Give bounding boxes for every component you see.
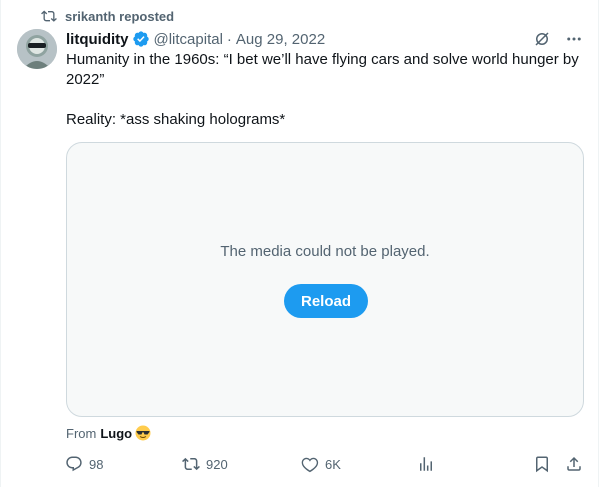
repost-icon (182, 457, 200, 471)
repost-button[interactable]: 920 (182, 454, 228, 474)
tweet-text-line-1: Humanity in the 1960s: “I bet we’ll have… (66, 51, 579, 88)
sunglasses-emoji-icon (135, 425, 151, 441)
like-count: 6K (325, 456, 341, 472)
repost-label[interactable]: srikanth reposted (65, 9, 174, 24)
tweet-text: Humanity in the 1960s: “I bet we’ll have… (66, 50, 586, 130)
tweet-card[interactable]: srikanth reposted litquidity @litcapital… (0, 0, 599, 487)
repost-count: 920 (206, 456, 228, 472)
verified-badge-icon (132, 31, 149, 47)
avatar[interactable] (17, 29, 57, 69)
tweet-date[interactable]: Aug 29, 2022 (236, 31, 325, 48)
heart-icon (301, 457, 319, 473)
repost-icon (41, 10, 57, 22)
bookmark-button[interactable] (533, 454, 551, 474)
header-actions (532, 29, 584, 49)
source-app[interactable]: Lugo (100, 426, 132, 441)
reply-button[interactable]: 98 (65, 454, 103, 474)
analytics-icon (420, 457, 432, 471)
media-player[interactable]: The media could not be played. Reload (66, 142, 584, 417)
like-button[interactable]: 6K (301, 454, 341, 474)
share-button[interactable] (565, 454, 583, 474)
action-bar: 98 920 6K (65, 454, 585, 474)
reload-button[interactable]: Reload (284, 284, 368, 318)
more-options-icon[interactable] (564, 29, 584, 49)
reply-icon (66, 456, 82, 472)
tweet-header: litquidity @litcapital · Aug 29, 2022 (66, 29, 325, 49)
author-handle[interactable]: @litcapital (154, 31, 223, 48)
views-button[interactable] (417, 454, 435, 474)
tweet-text-line-2: Reality: *ass shaking holograms* (66, 111, 286, 128)
repost-indicator: srikanth reposted (41, 7, 174, 25)
author-name[interactable]: litquidity (66, 31, 129, 48)
media-error-message: The media could not be played. (220, 243, 430, 260)
share-icon (567, 456, 581, 471)
source-label: From Lugo (66, 425, 151, 441)
header-separator: · (226, 30, 232, 48)
grok-icon[interactable] (532, 29, 552, 49)
reply-count: 98 (89, 456, 104, 472)
bookmark-icon (536, 456, 548, 473)
source-prefix: From (66, 425, 97, 441)
